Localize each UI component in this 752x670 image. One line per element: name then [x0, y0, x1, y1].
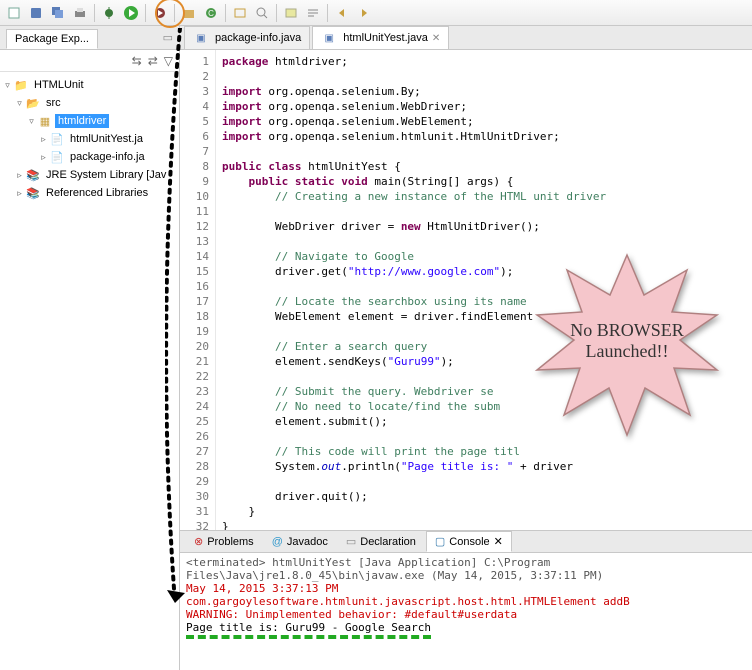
new-dropdown[interactable] — [4, 3, 24, 23]
tab-declaration[interactable]: ▭Declaration — [338, 532, 424, 551]
bottom-panel: ⊗Problems @Javadoc ▭Declaration ▢Console… — [180, 530, 752, 670]
console-line-2: WARNING: Unimplemented behavior: #defaul… — [186, 608, 746, 621]
callout-line-1: No BROWSER — [532, 320, 722, 341]
new-class-icon[interactable]: C — [201, 3, 221, 23]
file-node-2[interactable]: ▹📄package-info.ja — [2, 148, 177, 166]
run-button[interactable] — [121, 3, 141, 23]
debug-icon[interactable] — [99, 3, 119, 23]
close-icon[interactable]: ✕ — [494, 535, 503, 548]
console-line-1: May 14, 2015 3:37:13 PM com.gargoylesoft… — [186, 582, 746, 608]
search-icon[interactable] — [252, 3, 272, 23]
package-explorer: Package Exp... ▭ ⇆ ⇄ ▽ ▿📁HTMLUnit ▿📂src … — [0, 26, 180, 670]
tab-problems[interactable]: ⊗Problems — [186, 532, 262, 551]
minimize-icon[interactable]: ▭ — [163, 31, 173, 44]
tab-javadoc[interactable]: @Javadoc — [264, 533, 336, 551]
collapse-all-icon[interactable]: ⇆ — [132, 54, 142, 68]
ref-libraries-node[interactable]: ▹📚Referenced Libraries — [2, 184, 177, 202]
tab-htmlunityest[interactable]: ▣htmlUnitYest.java ✕ — [312, 26, 449, 49]
open-type-icon[interactable] — [230, 3, 250, 23]
view-menu-icon[interactable]: ▽ — [164, 54, 173, 68]
format-icon[interactable] — [303, 3, 323, 23]
project-node[interactable]: ▿📁HTMLUnit — [2, 76, 177, 94]
link-with-editor-icon[interactable]: ⇄ — [148, 54, 158, 68]
run-last-icon[interactable] — [150, 3, 170, 23]
line-gutter: 1234567891011121314151617181920212223242… — [180, 50, 216, 530]
new-package-icon[interactable] — [179, 3, 199, 23]
src-node[interactable]: ▿📂src — [2, 94, 177, 112]
tab-console[interactable]: ▢Console ✕ — [426, 531, 512, 552]
annotation-callout: No BROWSER Launched!! — [532, 250, 722, 440]
toggle-comment-icon[interactable] — [281, 3, 301, 23]
file-node-1[interactable]: ▹📄htmlUnitYest.ja — [2, 130, 177, 148]
editor-tabs: ▣package-info.java ▣htmlUnitYest.java ✕ — [180, 26, 752, 50]
callout-line-2: Launched!! — [532, 341, 722, 362]
tab-package-info[interactable]: ▣package-info.java — [184, 26, 310, 49]
back-icon[interactable] — [332, 3, 352, 23]
print-icon[interactable] — [70, 3, 90, 23]
package-node[interactable]: ▿▦htmldriver — [2, 112, 177, 130]
project-tree[interactable]: ▿📁HTMLUnit ▿📂src ▿▦htmldriver ▹📄htmlUnit… — [0, 72, 179, 670]
main-toolbar: C — [0, 0, 752, 26]
save-icon[interactable] — [26, 3, 46, 23]
console-output[interactable]: <terminated> htmlUnitYest [Java Applicat… — [180, 553, 752, 670]
jre-node[interactable]: ▹📚JRE System Library [Jav — [2, 166, 177, 184]
save-all-icon[interactable] — [48, 3, 68, 23]
package-explorer-tab[interactable]: Package Exp... — [6, 29, 98, 49]
forward-icon[interactable] — [354, 3, 374, 23]
svg-text:C: C — [208, 9, 214, 18]
close-icon[interactable]: ✕ — [432, 33, 440, 44]
console-terminated-line: <terminated> htmlUnitYest [Java Applicat… — [186, 556, 746, 582]
console-line-3: Page title is: Guru99 - Google Search — [186, 621, 746, 639]
